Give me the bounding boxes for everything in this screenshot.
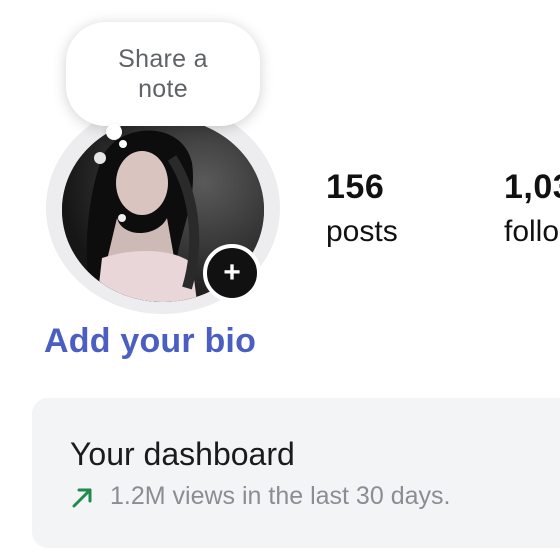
- dashboard-title: Your dashboard: [70, 436, 295, 472]
- dashboard-summary-text: 1.2M views in the last 30 days.: [110, 482, 451, 510]
- plus-icon: +: [223, 256, 241, 289]
- share-note-label: Share a note: [118, 45, 208, 103]
- note-bubble-tail: [106, 124, 122, 140]
- posts-count: 156: [326, 168, 385, 206]
- add-story-button[interactable]: +: [203, 244, 261, 302]
- followers-stat[interactable]: 1,03 follo: [504, 168, 560, 249]
- posts-stat[interactable]: 156 posts: [326, 168, 398, 249]
- followers-label: follo: [504, 215, 560, 248]
- trending-up-arrow-icon: [72, 488, 92, 507]
- add-bio-link[interactable]: Add your bio: [44, 322, 256, 361]
- profile-screen: Share a note + 156 posts 1,03 follo Add …: [0, 0, 560, 560]
- note-bubble-tail-small: [119, 140, 127, 148]
- followers-count: 1,03: [504, 168, 560, 206]
- posts-label: posts: [326, 215, 398, 248]
- dashboard-card[interactable]: [32, 398, 560, 548]
- dashboard-summary: 1.2M views in the last 30 days.: [70, 482, 450, 511]
- share-note-bubble[interactable]: Share a note: [66, 22, 260, 126]
